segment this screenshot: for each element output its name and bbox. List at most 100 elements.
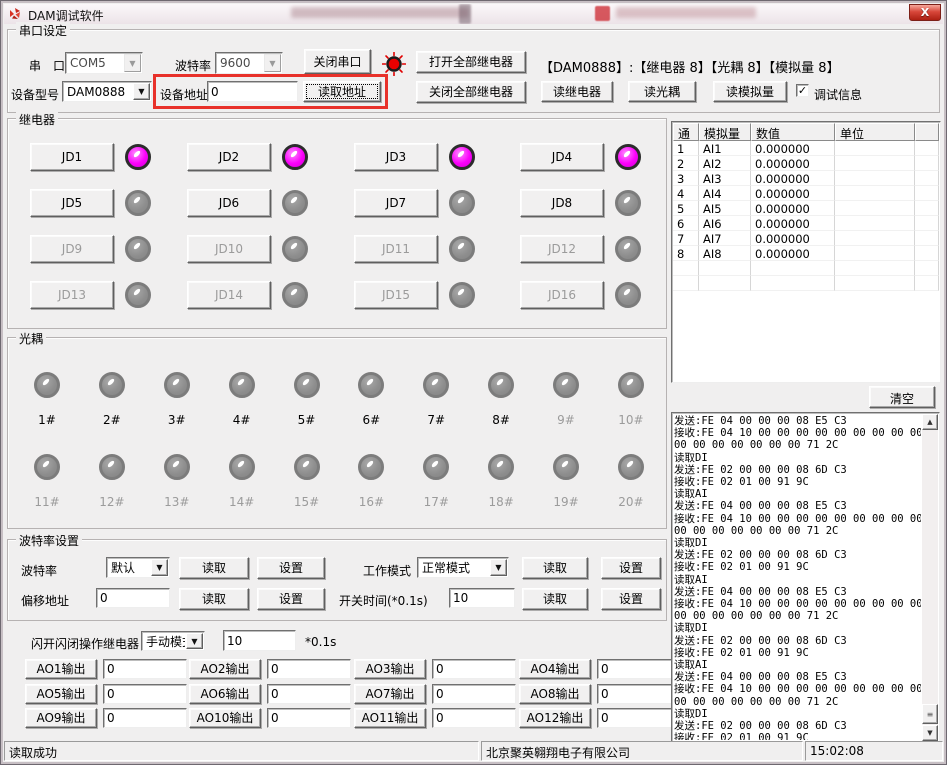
close-button[interactable]: X [909,4,941,21]
opto-led-9 [553,372,579,398]
table-row: 3 [673,171,699,186]
work-mode-read-button[interactable]: 读取 [522,557,588,579]
ao2-output-button[interactable]: AO2输出 [189,659,261,679]
opto-label: 13# [164,495,189,509]
read-opto-button[interactable]: 读光耦 [628,81,696,102]
ao3-output-button[interactable]: AO3输出 [354,659,426,679]
flash-unit-label: *0.1s [305,635,336,649]
table-row: 2 [673,156,699,171]
ao8-output-input[interactable] [597,684,681,704]
relay-button-jd1[interactable]: JD1 [30,143,114,171]
ao7-output-button[interactable]: AO7输出 [354,684,426,704]
scroll-down-icon[interactable]: ▼ [922,725,938,741]
baud-set-button[interactable]: 设置 [257,557,325,579]
ao1-output-input[interactable] [103,659,187,679]
relay-button-jd6[interactable]: JD6 [187,189,271,217]
offset-set-button[interactable]: 设置 [257,588,325,610]
com-port-value: COM5 [66,56,123,70]
device-address-input[interactable] [207,81,298,102]
relay-button-jd5[interactable]: JD5 [30,189,114,217]
chevron-down-icon: ▼ [151,559,168,576]
offset-address-label: 偏移地址 [21,592,69,609]
relay-led-jd7 [449,190,475,216]
opto-led-15 [294,454,320,480]
relay-grid: JD1 JD2 JD3 JD4 JD5 JD6 JD7 JD8 JD9 JD10… [30,143,668,327]
ao9-output-button[interactable]: AO9输出 [25,708,97,728]
ao8-output-button[interactable]: AO8输出 [519,684,591,704]
ao10-output-input[interactable] [267,708,351,728]
read-analog-button[interactable]: 读模拟量 [713,81,787,102]
opto-led-1 [34,372,60,398]
ao7-output-input[interactable] [432,684,516,704]
ao5-output-input[interactable] [103,684,187,704]
ao11-output-input[interactable] [432,708,516,728]
table-row: 8 [673,246,699,261]
relay-led-jd5 [125,190,151,216]
ao5-output-button[interactable]: AO5输出 [25,684,97,704]
baud-rate-select: 9600 ▼ [215,52,283,74]
clear-log-button[interactable]: 清空 [869,386,935,408]
relay-button-jd4[interactable]: JD4 [520,143,604,171]
ao6-output-input[interactable] [267,684,351,704]
ao1-output-button[interactable]: AO1输出 [25,659,97,679]
debug-checkbox[interactable]: ✓ [796,84,809,97]
ao10-output-button[interactable]: AO10输出 [189,708,261,728]
opto-label: 11# [34,495,59,509]
scrollbar-thumb[interactable]: ≡ [922,704,938,724]
opto-label: 4# [233,413,251,427]
ao4-output-button[interactable]: AO4输出 [519,659,591,679]
read-address-button[interactable]: 读取地址 [303,81,381,102]
table-row: 7 [673,231,699,246]
log-scrollbar[interactable]: ▲ ≡ ▼ [922,414,938,741]
ao11-output-button[interactable]: AO11输出 [354,708,426,728]
table-header-value[interactable]: 数值 [751,123,835,141]
table-header-channel[interactable]: 通 [673,123,699,141]
switch-time-read-button[interactable]: 读取 [522,588,588,610]
ao6-output-button[interactable]: AO6输出 [189,684,261,704]
baud-default-select[interactable]: 默认 ▼ [106,557,170,578]
switch-time-input[interactable] [449,588,515,608]
background-ghost-icon [595,6,610,21]
ao4-output-input[interactable] [597,659,681,679]
offset-address-input[interactable] [96,588,170,608]
log-panel[interactable]: 发送:FE 04 00 00 00 08 E5 C3 接收:FE 04 10 0… [671,412,940,743]
close-serial-button[interactable]: 关闭串口 [304,49,371,74]
opto-led-3 [164,372,190,398]
chevron-down-icon: ▼ [186,633,203,649]
work-mode-select[interactable]: 正常模式 ▼ [417,557,509,578]
ao9-output-input[interactable] [103,708,187,728]
relay-button-jd3[interactable]: JD3 [354,143,438,171]
relay-button-jd7[interactable]: JD7 [354,189,438,217]
opto-label: 10# [618,413,643,427]
read-relay-button[interactable]: 读继电器 [541,81,613,102]
device-info-text: 【DAM0888】:【继电器 8】【光耦 8】【模拟量 8】 [540,57,840,76]
open-all-relays-button[interactable]: 打开全部继电器 [416,51,526,73]
ao12-output-button[interactable]: AO12输出 [519,708,591,728]
flash-time-input[interactable] [223,630,296,651]
relay-led-jd15 [449,282,475,308]
table-header-extra[interactable] [915,123,939,141]
offset-read-button[interactable]: 读取 [179,588,249,610]
relay-button-jd8[interactable]: JD8 [520,189,604,217]
debug-checkbox-label: 调试信息 [814,86,862,103]
baud-read-button[interactable]: 读取 [179,557,249,579]
switch-time-set-button[interactable]: 设置 [601,588,661,610]
table-header-unit[interactable]: 单位 [835,123,915,141]
opto-led-20 [618,454,644,480]
relay-button-jd12: JD12 [520,235,604,263]
ao3-output-input[interactable] [432,659,516,679]
flash-mode-select[interactable]: 手动模式 ▼ [141,631,205,651]
scroll-up-icon[interactable]: ▲ [922,414,938,430]
baud-default-value: 默认 [107,559,150,576]
work-mode-set-button[interactable]: 设置 [601,557,661,579]
relay-button-jd2[interactable]: JD2 [187,143,271,171]
relay-group-title: 继电器 [16,111,58,128]
ao2-output-input[interactable] [267,659,351,679]
opto-label: 8# [492,413,510,427]
table-header-analog[interactable]: 模拟量 [699,123,751,141]
ao12-output-input[interactable] [597,708,681,728]
relay-led-jd1 [125,144,151,170]
close-all-relays-button[interactable]: 关闭全部继电器 [416,81,526,103]
device-model-select[interactable]: DAM0888 ▼ [62,81,152,102]
table-row: 1 [673,141,699,156]
